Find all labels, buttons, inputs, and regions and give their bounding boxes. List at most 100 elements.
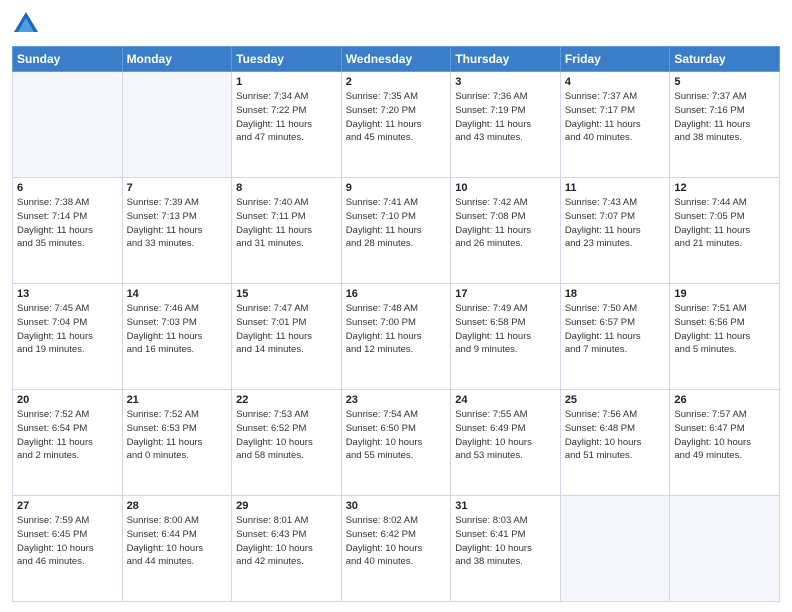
cell-line: Sunset: 7:03 PM	[127, 316, 228, 330]
calendar-cell: 6Sunrise: 7:38 AMSunset: 7:14 PMDaylight…	[13, 178, 123, 284]
calendar-cell: 13Sunrise: 7:45 AMSunset: 7:04 PMDayligh…	[13, 284, 123, 390]
cell-line: Sunrise: 7:51 AM	[674, 302, 775, 316]
cell-line: Sunrise: 7:52 AM	[17, 408, 118, 422]
day-number: 17	[455, 288, 556, 300]
calendar-cell: 20Sunrise: 7:52 AMSunset: 6:54 PMDayligh…	[13, 390, 123, 496]
day-number: 23	[346, 394, 447, 406]
cell-line: and 40 minutes.	[346, 555, 447, 569]
cell-line: and 55 minutes.	[346, 449, 447, 463]
cell-line: and 40 minutes.	[565, 131, 666, 145]
day-number: 18	[565, 288, 666, 300]
day-header-saturday: Saturday	[670, 47, 780, 72]
cell-line: and 45 minutes.	[346, 131, 447, 145]
cell-line: Daylight: 10 hours	[455, 542, 556, 556]
cell-line: Sunset: 6:52 PM	[236, 422, 337, 436]
cell-line: and 23 minutes.	[565, 237, 666, 251]
cell-line: Daylight: 11 hours	[346, 118, 447, 132]
calendar-cell: 14Sunrise: 7:46 AMSunset: 7:03 PMDayligh…	[122, 284, 232, 390]
cell-line: Sunrise: 7:34 AM	[236, 90, 337, 104]
day-number: 22	[236, 394, 337, 406]
calendar-cell: 27Sunrise: 7:59 AMSunset: 6:45 PMDayligh…	[13, 496, 123, 602]
cell-line: Daylight: 11 hours	[127, 436, 228, 450]
cell-line: Sunrise: 7:53 AM	[236, 408, 337, 422]
calendar-cell	[13, 72, 123, 178]
header-row: SundayMondayTuesdayWednesdayThursdayFrid…	[13, 47, 780, 72]
calendar-cell: 30Sunrise: 8:02 AMSunset: 6:42 PMDayligh…	[341, 496, 451, 602]
calendar-header: SundayMondayTuesdayWednesdayThursdayFrid…	[13, 47, 780, 72]
cell-line: Sunset: 6:45 PM	[17, 528, 118, 542]
cell-line: Daylight: 10 hours	[17, 542, 118, 556]
cell-line: and 19 minutes.	[17, 343, 118, 357]
day-number: 19	[674, 288, 775, 300]
day-number: 15	[236, 288, 337, 300]
day-number: 28	[127, 500, 228, 512]
cell-line: Daylight: 11 hours	[17, 224, 118, 238]
cell-line: Sunset: 6:44 PM	[127, 528, 228, 542]
cell-line: and 51 minutes.	[565, 449, 666, 463]
cell-line: Daylight: 11 hours	[346, 330, 447, 344]
cell-line: Daylight: 11 hours	[17, 330, 118, 344]
cell-line: Sunrise: 8:01 AM	[236, 514, 337, 528]
day-header-tuesday: Tuesday	[232, 47, 342, 72]
cell-line: and 38 minutes.	[674, 131, 775, 145]
week-row-2: 6Sunrise: 7:38 AMSunset: 7:14 PMDaylight…	[13, 178, 780, 284]
calendar-cell: 11Sunrise: 7:43 AMSunset: 7:07 PMDayligh…	[560, 178, 670, 284]
calendar-cell: 31Sunrise: 8:03 AMSunset: 6:41 PMDayligh…	[451, 496, 561, 602]
cell-line: Sunset: 7:14 PM	[17, 210, 118, 224]
cell-line: and 9 minutes.	[455, 343, 556, 357]
cell-line: Sunset: 6:50 PM	[346, 422, 447, 436]
cell-line: and 2 minutes.	[17, 449, 118, 463]
calendar-cell: 3Sunrise: 7:36 AMSunset: 7:19 PMDaylight…	[451, 72, 561, 178]
day-header-sunday: Sunday	[13, 47, 123, 72]
cell-line: Sunrise: 7:49 AM	[455, 302, 556, 316]
calendar-cell: 18Sunrise: 7:50 AMSunset: 6:57 PMDayligh…	[560, 284, 670, 390]
cell-line: Sunrise: 7:43 AM	[565, 196, 666, 210]
cell-line: Daylight: 11 hours	[236, 224, 337, 238]
cell-line: Sunrise: 7:37 AM	[674, 90, 775, 104]
day-number: 14	[127, 288, 228, 300]
cell-line: Daylight: 11 hours	[674, 330, 775, 344]
day-number: 31	[455, 500, 556, 512]
calendar-cell: 2Sunrise: 7:35 AMSunset: 7:20 PMDaylight…	[341, 72, 451, 178]
cell-line: Sunset: 7:22 PM	[236, 104, 337, 118]
calendar-cell	[560, 496, 670, 602]
day-header-thursday: Thursday	[451, 47, 561, 72]
cell-line: and 33 minutes.	[127, 237, 228, 251]
calendar-cell: 17Sunrise: 7:49 AMSunset: 6:58 PMDayligh…	[451, 284, 561, 390]
week-row-1: 1Sunrise: 7:34 AMSunset: 7:22 PMDaylight…	[13, 72, 780, 178]
cell-line: Sunset: 7:07 PM	[565, 210, 666, 224]
cell-line: Daylight: 11 hours	[674, 224, 775, 238]
cell-line: Sunset: 7:01 PM	[236, 316, 337, 330]
cell-line: Daylight: 11 hours	[565, 118, 666, 132]
calendar-cell: 19Sunrise: 7:51 AMSunset: 6:56 PMDayligh…	[670, 284, 780, 390]
cell-line: Sunset: 6:47 PM	[674, 422, 775, 436]
week-row-5: 27Sunrise: 7:59 AMSunset: 6:45 PMDayligh…	[13, 496, 780, 602]
cell-line: and 21 minutes.	[674, 237, 775, 251]
cell-line: and 12 minutes.	[346, 343, 447, 357]
cell-line: Sunrise: 7:40 AM	[236, 196, 337, 210]
day-number: 10	[455, 182, 556, 194]
day-number: 5	[674, 76, 775, 88]
cell-line: and 5 minutes.	[674, 343, 775, 357]
calendar-cell	[670, 496, 780, 602]
week-row-4: 20Sunrise: 7:52 AMSunset: 6:54 PMDayligh…	[13, 390, 780, 496]
cell-line: Sunrise: 7:44 AM	[674, 196, 775, 210]
cell-line: Sunset: 7:05 PM	[674, 210, 775, 224]
cell-line: Daylight: 10 hours	[674, 436, 775, 450]
cell-line: and 16 minutes.	[127, 343, 228, 357]
cell-line: Sunrise: 8:03 AM	[455, 514, 556, 528]
cell-line: Daylight: 10 hours	[346, 436, 447, 450]
cell-line: and 0 minutes.	[127, 449, 228, 463]
day-number: 6	[17, 182, 118, 194]
calendar-cell	[122, 72, 232, 178]
cell-line: Sunrise: 7:57 AM	[674, 408, 775, 422]
day-number: 20	[17, 394, 118, 406]
cell-line: Sunset: 7:19 PM	[455, 104, 556, 118]
cell-line: Daylight: 10 hours	[127, 542, 228, 556]
cell-line: and 31 minutes.	[236, 237, 337, 251]
cell-line: Sunrise: 7:37 AM	[565, 90, 666, 104]
cell-line: Daylight: 11 hours	[236, 330, 337, 344]
day-number: 24	[455, 394, 556, 406]
cell-line: Sunset: 7:11 PM	[236, 210, 337, 224]
cell-line: Sunset: 7:17 PM	[565, 104, 666, 118]
